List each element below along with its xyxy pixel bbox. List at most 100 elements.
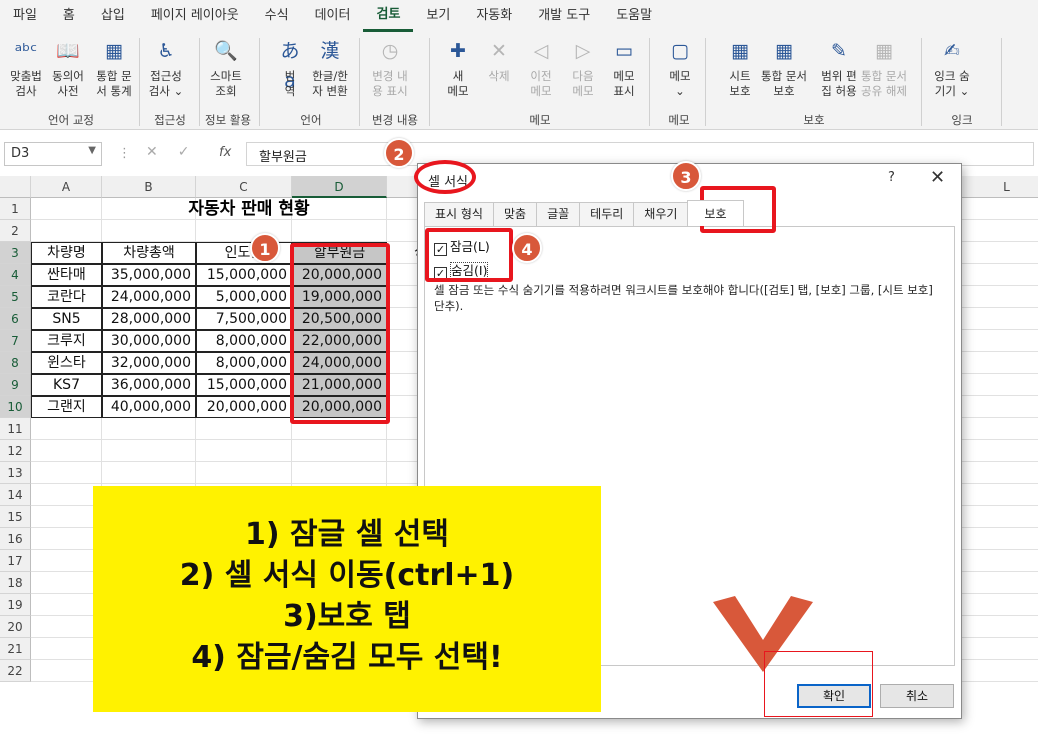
table-cell[interactable]: 15,000,000	[196, 374, 292, 396]
ribbon-button-label: 공유 해제	[861, 84, 907, 98]
ribbon-button-18[interactable]: ✍ 잉크 숨 기기 ⌄	[928, 36, 976, 99]
table-header-cell[interactable]: 차량총액	[102, 242, 196, 264]
tab-9[interactable]: 개발 도구	[525, 0, 603, 32]
row-header-2[interactable]: 2	[0, 220, 31, 242]
tab-10[interactable]: 도움말	[603, 0, 665, 32]
row-header-21[interactable]: 21	[0, 638, 31, 660]
tab-1[interactable]: 홈	[50, 0, 88, 32]
row-header-1[interactable]: 1	[0, 198, 31, 220]
table-cell[interactable]: 윈스타	[31, 352, 102, 374]
row-header-19[interactable]: 19	[0, 594, 31, 616]
column-header-A[interactable]: A	[31, 176, 102, 198]
dialog-tab-1[interactable]: 맞춤	[492, 202, 538, 226]
ribbon-button-0[interactable]: ᵃᵇᶜ 맞춤법 검사	[6, 36, 46, 99]
ribbon-button-label: 한글/한	[312, 69, 348, 83]
ribbon-button-17[interactable]: ▦ 통합 문서 공유 해제	[860, 36, 908, 99]
table-cell[interactable]: 8,000,000	[196, 330, 292, 352]
table-cell[interactable]: 싼타매	[31, 264, 102, 286]
ribbon-button-15[interactable]: ▦ 통합 문서 보호	[760, 36, 808, 99]
row-header-11[interactable]: 11	[0, 418, 31, 440]
row-header-18[interactable]: 18	[0, 572, 31, 594]
tab-7[interactable]: 보기	[413, 0, 463, 32]
table-cell[interactable]: 그랜지	[31, 396, 102, 418]
ribbon-button-3[interactable]: ♿ 접근성 검사 ⌄	[146, 36, 186, 99]
cancel-icon[interactable]: ✕	[146, 144, 158, 160]
ribbon-separator	[705, 38, 706, 126]
row-header-16[interactable]: 16	[0, 528, 31, 550]
table-cell[interactable]: 36,000,000	[102, 374, 196, 396]
row-header-22[interactable]: 22	[0, 660, 31, 682]
row-header-7[interactable]: 7	[0, 330, 31, 352]
dialog-tab-4[interactable]: 채우기	[633, 202, 689, 226]
check-icon[interactable]: ✓	[178, 144, 190, 160]
ribbon-button-2[interactable]: ▦ 통합 문서 통계	[90, 36, 138, 99]
row-header-14[interactable]: 14	[0, 484, 31, 506]
table-cell[interactable]: 7,500,000	[196, 308, 292, 330]
ribbon-button-label: ⌄	[675, 84, 685, 98]
ribbon-button-11[interactable]: ▷ 다음 메모	[563, 36, 603, 99]
table-cell[interactable]: 크루지	[31, 330, 102, 352]
ribbon-button-13[interactable]: ▢ 메모 ⌄	[660, 36, 700, 99]
row-header-5[interactable]: 5	[0, 286, 31, 308]
table-cell[interactable]: 30,000,000	[102, 330, 196, 352]
row-header-9[interactable]: 9	[0, 374, 31, 396]
column-header-L[interactable]: L	[957, 176, 1038, 198]
name-box[interactable]: D3 ▼	[4, 142, 102, 166]
table-cell[interactable]: 5,000,000	[196, 286, 292, 308]
tab-8[interactable]: 자동화	[463, 0, 525, 32]
tab-0[interactable]: 파일	[0, 0, 50, 32]
row-header-6[interactable]: 6	[0, 308, 31, 330]
ribbon-button-5[interactable]: あa 번 역	[270, 36, 310, 99]
ribbon-button-4[interactable]: 🔍 스마트 조회	[206, 36, 246, 99]
dialog-tab-0[interactable]: 표시 형식	[424, 202, 494, 226]
row-header-10[interactable]: 10	[0, 396, 31, 418]
column-header-D[interactable]: D	[292, 176, 387, 198]
dialog-tab-5[interactable]: 보호	[687, 200, 744, 226]
select-all-corner[interactable]	[0, 176, 31, 198]
row-header-20[interactable]: 20	[0, 616, 31, 638]
ribbon-button-9[interactable]: ✕ 삭제	[479, 36, 519, 84]
row-header-15[interactable]: 15	[0, 506, 31, 528]
row-header-3[interactable]: 3	[0, 242, 31, 264]
row-header-17[interactable]: 17	[0, 550, 31, 572]
close-icon[interactable]: ✕	[930, 167, 945, 188]
table-cell[interactable]: 32,000,000	[102, 352, 196, 374]
ribbon-button-8[interactable]: ✚ 새 메모	[438, 36, 478, 99]
tab-2[interactable]: 삽입	[88, 0, 138, 32]
row-header-4[interactable]: 4	[0, 264, 31, 286]
ribbon-button-14[interactable]: ▦ 시트 보호	[720, 36, 760, 99]
tab-4[interactable]: 수식	[252, 0, 302, 32]
ribbon-button-16[interactable]: ✎ 범위 편집 허용	[815, 36, 863, 99]
ribbon-button-10[interactable]: ◁ 이전 메모	[521, 36, 561, 99]
ribbon-button-12[interactable]: ▭ 메모 표시	[604, 36, 644, 99]
column-header-B[interactable]: B	[102, 176, 196, 198]
row-header-13[interactable]: 13	[0, 462, 31, 484]
excel-window: 파일 홈 삽입 페이지 레이아웃 수식 데이터 검토 보기 자동화 개발 도구 도움말 ᵃᵇᶜ 맞춤법…	[0, 0, 1038, 739]
ribbon-button-7[interactable]: ◷ 변경 내용 표시	[366, 36, 414, 99]
table-cell[interactable]: KS7	[31, 374, 102, 396]
tab-3[interactable]: 페이지 레이아웃	[138, 0, 252, 32]
table-cell[interactable]: 35,000,000	[102, 264, 196, 286]
tab-5[interactable]: 데이터	[302, 0, 364, 32]
chevron-down-icon[interactable]: ▼	[88, 145, 96, 156]
ribbon-button-6[interactable]: 漢 한글/한 자 변환	[306, 36, 354, 99]
insert-function-button[interactable]: fx	[219, 145, 231, 160]
dialog-tab-2[interactable]: 글꼴	[536, 202, 581, 226]
table-cell[interactable]: SN5	[31, 308, 102, 330]
table-cell[interactable]: 24,000,000	[102, 286, 196, 308]
row-header-12[interactable]: 12	[0, 440, 31, 462]
table-cell[interactable]: 8,000,000	[196, 352, 292, 374]
cancel-button[interactable]: 취소	[880, 684, 954, 708]
ribbon-button-1[interactable]: 📖 동의어 사전	[48, 36, 88, 99]
table-cell[interactable]: 28,000,000	[102, 308, 196, 330]
help-button[interactable]: ?	[888, 170, 895, 185]
table-cell[interactable]: 20,000,000	[196, 396, 292, 418]
dialog-tab-3[interactable]: 테두리	[579, 202, 635, 226]
table-cell[interactable]: 15,000,000	[196, 264, 292, 286]
table-header-cell[interactable]: 차량명	[31, 242, 102, 264]
table-cell[interactable]: 코란다	[31, 286, 102, 308]
tab-6[interactable]: 검토	[363, 0, 414, 32]
column-header-C[interactable]: C	[196, 176, 292, 198]
table-cell[interactable]: 40,000,000	[102, 396, 196, 418]
row-header-8[interactable]: 8	[0, 352, 31, 374]
